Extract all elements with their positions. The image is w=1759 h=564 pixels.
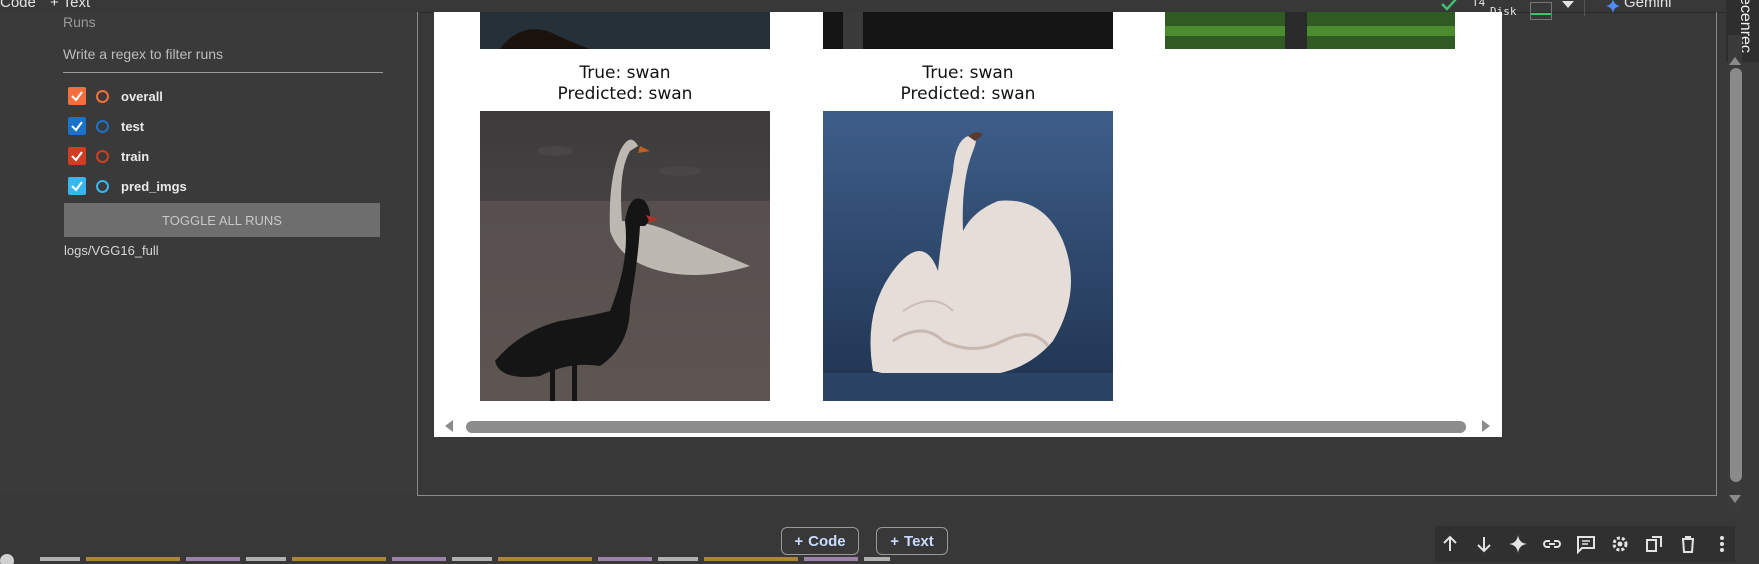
more-actions-button[interactable] bbox=[1710, 532, 1734, 556]
run-label: overall bbox=[121, 88, 163, 104]
prediction-caption: True: swan Predicted: swan bbox=[823, 63, 1113, 105]
image-thumbnail bbox=[480, 12, 770, 49]
scroll-down-icon[interactable] bbox=[1729, 494, 1741, 504]
run-filter-input[interactable]: Write a regex to filter runs bbox=[63, 46, 383, 73]
log-directory: logs/VGG16_full bbox=[64, 243, 159, 258]
sparkle-icon bbox=[1509, 535, 1527, 553]
run-row-train[interactable]: train bbox=[68, 145, 149, 167]
image-thumbnail bbox=[1165, 12, 1455, 49]
delete-cell-button[interactable] bbox=[1676, 532, 1700, 556]
plus-icon: + bbox=[890, 532, 900, 550]
predicted-label: Predicted: swan bbox=[900, 84, 1036, 104]
run-cell-icon[interactable] bbox=[0, 554, 14, 564]
runs-panel bbox=[0, 12, 417, 494]
toggle-all-runs-button[interactable]: TOGGLE ALL RUNS bbox=[64, 203, 380, 237]
scroll-right-icon[interactable] bbox=[1481, 420, 1491, 432]
checkmark-icon bbox=[71, 91, 83, 102]
run-filter-placeholder: Write a regex to filter runs bbox=[63, 46, 224, 62]
run-label: train bbox=[121, 148, 150, 164]
comment-icon bbox=[1577, 536, 1595, 554]
vertical-scroll-thumb[interactable] bbox=[1730, 68, 1742, 482]
move-up-button[interactable] bbox=[1438, 532, 1462, 556]
checkmark-icon bbox=[71, 151, 83, 162]
checkmark-icon bbox=[71, 121, 83, 132]
run-label: pred_imgs bbox=[121, 178, 187, 194]
true-label: True: swan bbox=[579, 63, 671, 83]
swan-image bbox=[823, 111, 1113, 401]
runtime-type[interactable]: T4 bbox=[1472, 0, 1485, 9]
add-text-menu[interactable]: + Text bbox=[50, 0, 90, 11]
gear-icon bbox=[1612, 536, 1628, 552]
true-label: True: swan bbox=[922, 63, 1014, 83]
comment-button[interactable] bbox=[1574, 532, 1598, 556]
next-cell-preview bbox=[0, 551, 1430, 564]
add-code-menu[interactable]: Code bbox=[0, 0, 36, 11]
prediction-caption: True: swan Predicted: swan bbox=[480, 63, 770, 105]
checkmark-icon bbox=[71, 181, 83, 192]
scroll-up-icon[interactable] bbox=[1729, 56, 1741, 66]
mirror-cell-button[interactable] bbox=[1642, 532, 1666, 556]
run-checkbox[interactable] bbox=[68, 117, 86, 135]
plus-icon: + bbox=[794, 532, 804, 550]
connected-check-icon bbox=[1441, 0, 1457, 11]
more-icon bbox=[1720, 536, 1724, 552]
run-color-circle[interactable] bbox=[96, 149, 109, 163]
run-row-overall[interactable]: overall bbox=[68, 85, 163, 107]
trash-icon bbox=[1682, 536, 1694, 553]
run-row-test[interactable]: test bbox=[68, 115, 144, 137]
run-color-circle[interactable] bbox=[96, 119, 109, 133]
predicted-label: Predicted: swan bbox=[557, 84, 693, 104]
run-row-pred-imgs[interactable]: pred_imgs bbox=[68, 175, 187, 197]
scroll-left-icon[interactable] bbox=[444, 420, 454, 432]
swan-image bbox=[480, 111, 770, 401]
run-color-circle[interactable] bbox=[96, 179, 109, 193]
run-label: test bbox=[121, 118, 145, 134]
gemini-cell-button[interactable] bbox=[1506, 532, 1530, 556]
run-color-circle[interactable] bbox=[96, 89, 109, 103]
run-checkbox[interactable] bbox=[68, 147, 86, 165]
mirror-icon bbox=[1646, 536, 1662, 552]
horizontal-scroll-thumb[interactable] bbox=[466, 421, 1466, 433]
arrow-up-icon bbox=[1443, 535, 1457, 551]
arrow-down-icon bbox=[1477, 537, 1491, 553]
gemini-button[interactable]: Gemini bbox=[1624, 0, 1672, 11]
run-checkbox[interactable] bbox=[68, 87, 86, 105]
chevron-down-icon[interactable] bbox=[1561, 0, 1575, 10]
copy-link-button[interactable] bbox=[1540, 532, 1564, 556]
link-icon bbox=[1543, 540, 1561, 548]
image-thumbnail bbox=[823, 12, 1113, 49]
settings-button[interactable] bbox=[1608, 532, 1632, 556]
move-down-button[interactable] bbox=[1472, 532, 1496, 556]
run-checkbox[interactable] bbox=[68, 177, 86, 195]
runs-heading: Runs bbox=[63, 14, 96, 30]
